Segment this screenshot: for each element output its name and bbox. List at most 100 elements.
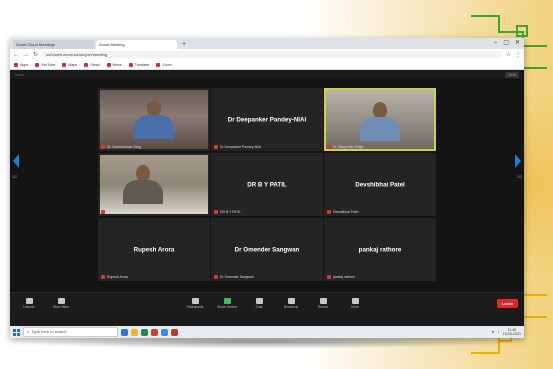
zoom-icon[interactable] [161,328,168,336]
participant-grid: Dr. Sureshkumar Garg Dr Deepanker Pandey… [98,88,436,281]
more-icon [351,297,359,304]
mic-muted-icon [327,210,331,214]
mic-muted-icon [101,275,105,279]
page-indicator-right: 1/2 [517,175,522,179]
mic-muted-icon [327,275,331,279]
view-indicator[interactable]: View [15,72,24,77]
back-icon[interactable]: ← [13,52,19,58]
participant-caption: Dr Omender Sangwan [214,275,254,279]
participant-name: Dr Omender Sangwan [234,246,300,253]
participant-tile[interactable]: Devshibhai Patel Devshibhai Patel [324,153,436,216]
chat-button[interactable]: Chat [246,297,272,309]
more-button[interactable]: More [342,297,368,309]
tab-bar: Zoom Cloud Meetings Zoom Meeting + – ▢ ✕ [10,38,524,49]
meeting-stage: 1/2 1/2 Dr. Sureshkumar Garg Dr Deepanke… [10,79,524,292]
bookmark-item[interactable]: Translate [128,62,149,67]
bookmark-item[interactable]: Apps [14,62,28,67]
prev-page-arrow[interactable] [11,151,21,171]
star-icon[interactable]: ☆ [506,51,511,58]
mic-muted-icon [327,145,331,149]
page-indicator-left: 1/2 [12,175,17,179]
url-input[interactable]: us02web.zoom.us/wc/join/meeting [42,51,502,58]
forward-icon[interactable]: → [23,52,29,58]
chrome-icon[interactable] [151,328,158,336]
record-button[interactable]: Record [310,297,336,309]
record-icon [319,297,327,304]
mic-muted-icon [101,210,105,214]
participant-video [100,90,208,149]
reactions-button[interactable]: Reactions [278,297,304,309]
participant-caption: Dr Deepanker Pandey-NIAI [214,145,261,149]
participant-caption: Santosh Shinde [101,210,131,214]
meeting-toolbar: Unmute Start Video Participants Share Sc… [10,292,524,313]
next-page-arrow[interactable] [513,151,523,171]
task-view-icon[interactable] [121,328,128,336]
participant-tile[interactable]: Rupesh Arora Rupesh Arora [98,218,210,281]
chat-icon [255,297,263,304]
clock[interactable]: 11:45 19-03-2021 [503,328,521,336]
participant-caption: Devshibhai Patel [327,210,358,214]
reactions-icon [287,297,295,304]
bookmark-item[interactable]: Maps [62,62,77,67]
people-icon [191,297,199,304]
system-tray: ≋ ◖ 11:45 19-03-2021 [491,328,521,336]
participant-caption: Dr. Bhupinder Singh [327,145,363,149]
file-explorer-icon[interactable] [131,328,138,336]
unmute-button[interactable]: Unmute [16,297,42,309]
start-video-button[interactable]: Start Video [48,297,74,309]
windows-taskbar: ⌕ Type here to search ≋ ◖ 11:45 19-03-202… [10,326,524,338]
browser-window: Zoom Cloud Meetings Zoom Meeting + – ▢ ✕… [10,38,524,338]
share-screen-icon [223,297,231,304]
reload-icon[interactable]: ↻ [33,51,38,58]
mic-muted-icon [214,275,218,279]
participant-tile[interactable]: pankaj rathore pankaj rathore [324,218,436,281]
maximize-icon[interactable]: ▢ [503,38,509,49]
participant-tile[interactable]: Dr Omender Sangwan Dr Omender Sangwan [211,218,323,281]
participant-caption: Rupesh Arora [101,275,128,279]
bookmark-item[interactable]: Zoom [156,62,172,67]
grid-view-toggle[interactable]: Grid [505,71,519,78]
window-controls: – ▢ ✕ [494,38,524,49]
participant-tile[interactable]: Dr Deepanker Pandey-NIAI Dr Deepanker Pa… [211,88,323,151]
participant-name: DR B Y PATIL [247,181,287,188]
mic-muted-icon [214,145,218,149]
participant-caption: Dr. Sureshkumar Garg [101,145,141,149]
new-tab-icon[interactable]: + [179,40,189,49]
search-icon: ⌕ [27,329,30,334]
participant-tile[interactable]: Dr. Sureshkumar Garg [98,88,210,151]
close-icon[interactable]: ✕ [515,38,520,49]
video-camera-icon [57,297,65,304]
windows-start-icon[interactable] [13,328,20,336]
chevron-right-icon [515,154,521,168]
wifi-icon[interactable]: ≋ [491,330,494,334]
mic-muted-icon [101,145,105,149]
menu-icon[interactable]: ⋮ [515,51,521,58]
tab-zoom-meeting[interactable]: Zoom Meeting [96,40,177,49]
participant-video [100,155,208,214]
chevron-left-icon [13,154,19,168]
participant-caption: pankaj rathore [327,275,355,279]
zoom-top-bar: View Grid [10,70,524,79]
address-bar: ← → ↻ us02web.zoom.us/wc/join/meeting ☆ … [10,49,524,60]
excel-icon[interactable] [141,328,148,336]
participant-name: Dr Deepanker Pandey-NIAI [227,116,307,123]
mic-muted-icon [214,210,218,214]
bookmarks-bar: Apps YouTube Maps Gmail News Translate Z… [10,60,524,70]
participant-tile-active-speaker[interactable]: Dr. Bhupinder Singh [324,88,436,151]
tab-zoom-cloud[interactable]: Zoom Cloud Meetings [13,40,94,49]
participant-tile[interactable]: Santosh Shinde [98,153,210,216]
microphone-icon [25,297,33,304]
participant-tile[interactable]: DR B Y PATIL DR B Y PATIL [211,153,323,216]
participant-name: Devshibhai Patel [355,181,405,188]
minimize-icon[interactable]: – [494,38,497,49]
bookmark-item[interactable]: News [106,62,122,67]
share-screen-button[interactable]: Share Screen [214,297,240,309]
powerpoint-icon[interactable] [171,328,178,336]
volume-icon[interactable]: ◖ [497,330,499,334]
leave-button[interactable]: Leave [496,298,518,308]
participant-caption: DR B Y PATIL [214,210,241,214]
participants-button[interactable]: Participants [182,297,208,309]
taskbar-search-input[interactable]: ⌕ Type here to search [23,327,118,337]
bookmark-item[interactable]: YouTube [35,62,55,67]
bookmark-item[interactable]: Gmail [84,62,100,67]
